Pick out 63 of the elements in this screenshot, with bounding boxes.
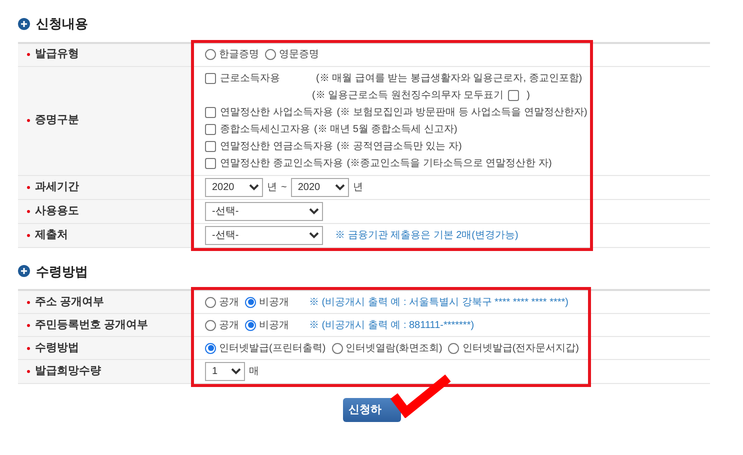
note-text: ※ 금융기관 제출용은 기본 2매(변경가능): [335, 228, 518, 242]
field-label: 수령방법: [35, 340, 79, 356]
note-text: (※ 매월 급여를 받는 봉급생활자와 일용근로자, 종교인포함): [316, 72, 582, 86]
radio-label: 비공개: [259, 318, 289, 332]
plus-circle-icon: [18, 265, 30, 278]
checkbox[interactable]: [508, 90, 519, 100]
field-label: 발급유형: [35, 47, 79, 62]
radio-button[interactable]: [205, 49, 216, 60]
note-text: (※ 매년 5월 종합소득세 신고자): [314, 122, 458, 136]
unit-text: 년: [352, 180, 363, 194]
note-text: (※ 보험모집인과 방문판매 등 사업소득을 연말정산한자): [336, 106, 588, 120]
checkbox[interactable]: [205, 72, 216, 84]
field-label: 제출처: [35, 228, 68, 243]
note-text: ): [526, 88, 530, 102]
range-separator: ~: [281, 180, 287, 194]
radio-button[interactable]: [332, 342, 343, 354]
checkbox-label: 연말정산한 종교인소득자용: [220, 156, 343, 170]
section-title: 수령방법: [36, 262, 88, 280]
dropdown-select[interactable]: -선택-: [205, 226, 323, 244]
field-label: 사용용도: [35, 204, 79, 219]
checkmark-icon: [390, 372, 452, 418]
checkbox[interactable]: [205, 124, 216, 134]
note-text: (※ 일용근로소득 원천징수의무자 모두표기: [312, 88, 504, 102]
radio-label: 비공개: [259, 296, 289, 310]
radio-label: 공개: [219, 318, 239, 332]
checkbox[interactable]: [205, 140, 216, 152]
field-label: 주민등록번호 공개여부: [35, 318, 148, 333]
section-title: 신청내용: [36, 15, 88, 33]
radio-label: 인터넷열람(화면조회): [346, 342, 442, 356]
radio-button[interactable]: [265, 49, 276, 60]
unit-text: 매: [249, 365, 259, 379]
field-label: 과세기간: [35, 180, 79, 195]
note-text: ※ (비공개시 출력 예 : 881111-*******): [309, 318, 474, 332]
year-select[interactable]: 2020: [290, 178, 349, 196]
radio-button[interactable]: [205, 342, 216, 354]
radio-label: 한글증명: [219, 48, 259, 62]
checkbox-label: 종합소득세신고자용: [220, 122, 310, 136]
checkbox-label: 연말정산한 사업소득자용: [220, 106, 333, 120]
note-text: (※종교인소득을 기타소득으로 연말정산한 자): [346, 156, 552, 170]
note-text: ※ (비공개시 출력 예 : 서울특별시 강북구 **** **** **** ****): [309, 296, 568, 310]
radio-label: 공개: [219, 296, 239, 310]
quantity-select[interactable]: 1: [205, 362, 245, 381]
radio-button[interactable]: [448, 342, 460, 354]
radio-label: 인터넷발급(프린터출력): [219, 342, 326, 356]
radio-button[interactable]: [205, 320, 216, 330]
field-label: 발급희망수량: [35, 364, 101, 380]
checkbox-label: 근로소득자용: [220, 72, 281, 86]
note-text: (※ 공적연금소득만 있는 자): [336, 140, 462, 154]
field-label: 증명구분: [35, 113, 79, 128]
year-select[interactable]: 2020: [205, 178, 263, 196]
submit-button[interactable]: 신청하: [342, 398, 400, 422]
checkbox-label: 연말정산한 연금소득자용: [220, 140, 333, 154]
checkbox[interactable]: [205, 106, 216, 118]
field-label: 주소 공개여부: [35, 294, 104, 310]
radio-button[interactable]: [245, 296, 256, 308]
radio-button[interactable]: [245, 320, 256, 330]
radio-label: 인터넷발급(전자문서지갑): [462, 342, 580, 356]
checkbox[interactable]: [205, 158, 216, 168]
plus-circle-icon: [18, 18, 30, 30]
dropdown-select[interactable]: -선택-: [205, 202, 323, 220]
radio-label: 영문증명: [279, 48, 319, 62]
unit-text: 년: [267, 180, 277, 194]
radio-button[interactable]: [205, 296, 216, 308]
